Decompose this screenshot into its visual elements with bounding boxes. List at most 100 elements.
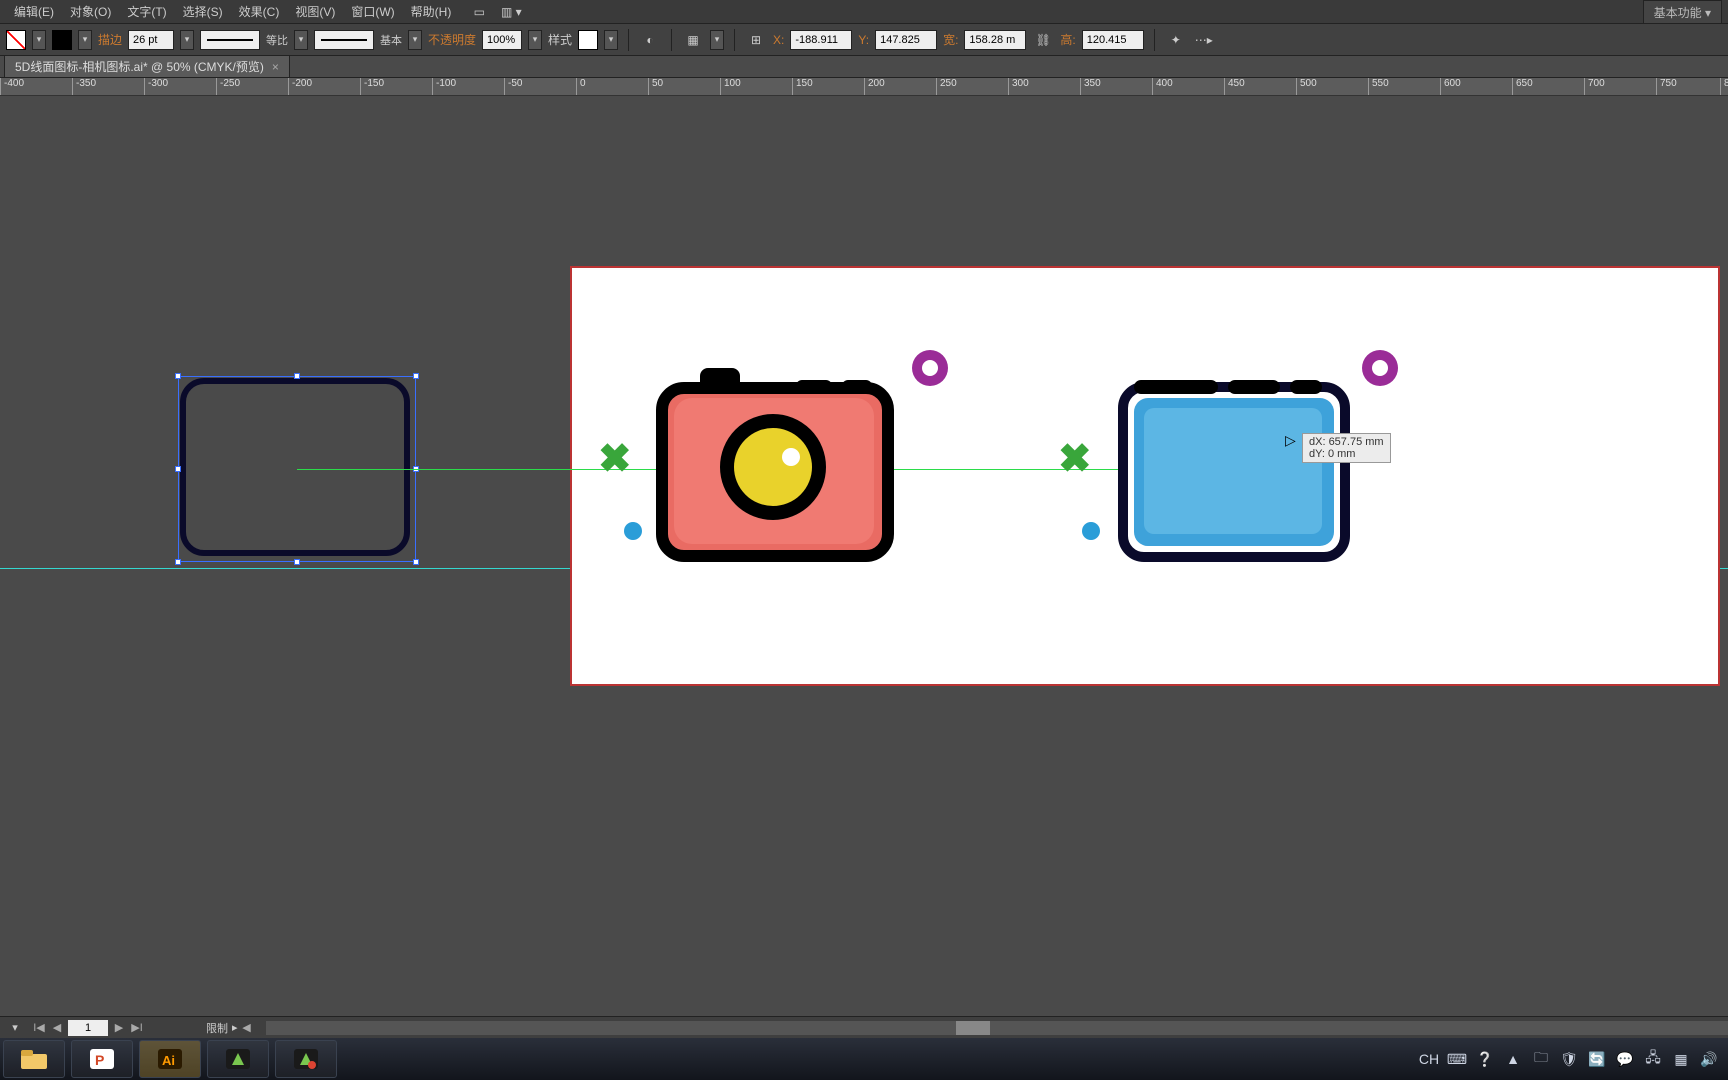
artboard-first-icon[interactable]: I◀ (30, 1019, 48, 1037)
stroke-profile-dropdown[interactable] (294, 30, 308, 50)
artboard-last-icon[interactable]: ▶I (128, 1019, 146, 1037)
menu-object[interactable]: 对象(O) (62, 0, 119, 24)
menu-type[interactable]: 文字(T) (119, 0, 174, 24)
artwork-decoration-dot[interactable] (624, 522, 642, 540)
tray-ime[interactable]: CH (1420, 1050, 1438, 1068)
document-tab[interactable]: 5D线面图标-相机图标.ai* @ 50% (CMYK/预览) × (4, 55, 290, 77)
document-tab-title: 5D线面图标-相机图标.ai* @ 50% (CMYK/预览) (15, 58, 264, 75)
w-label: 宽: (943, 31, 958, 48)
artwork-camera-segment[interactable] (796, 380, 832, 392)
artwork-decoration-x[interactable]: ✖ (598, 436, 632, 482)
canvas[interactable]: 交叉 ✖ ✖ ▷ dX: 657.75 mm dY: 0 mm (0, 96, 1728, 1006)
tray-shield-icon[interactable]: 🛡 (1560, 1050, 1578, 1068)
style-dropdown[interactable] (604, 30, 618, 50)
selection-handle[interactable] (294, 559, 300, 565)
constraint-label: 限制 (206, 1020, 228, 1036)
y-label: Y: (858, 33, 869, 47)
smart-guide-tooltip: dX: 657.75 mm dY: 0 mm (1302, 433, 1391, 463)
fill-swatch[interactable] (6, 30, 26, 50)
selection-handle[interactable] (413, 559, 419, 565)
link-wh-icon[interactable]: ⛓ (1032, 29, 1054, 51)
style-swatch[interactable] (578, 30, 598, 50)
menu-view[interactable]: 视图(V) (287, 0, 343, 24)
brush-preview[interactable] (314, 30, 374, 50)
windows-taskbar: P Ai CH ⌨ ❔ ▲ 🗀 🛡 🔄 💬 🖧 ▦ 🔊 (0, 1038, 1728, 1080)
close-icon[interactable]: × (272, 60, 279, 74)
stroke-dropdown[interactable] (78, 30, 92, 50)
stroke-weight-field[interactable]: 26 pt (128, 30, 174, 50)
w-field[interactable]: 158.28 m (964, 30, 1026, 50)
horizontal-ruler[interactable]: -400 -350 -300 -250 -200 -150 -100 -50 0… (0, 78, 1728, 96)
transform-anchor-icon[interactable]: ⊞ (745, 29, 767, 51)
selection-handle[interactable] (413, 373, 419, 379)
tray-keyboard-icon[interactable]: ⌨ (1448, 1050, 1466, 1068)
document-tab-bar: 5D线面图标-相机图标.ai* @ 50% (CMYK/预览) × (0, 56, 1728, 78)
tray-sync-icon[interactable]: 🔄 (1588, 1050, 1606, 1068)
artwork-tablet-segment[interactable] (1134, 380, 1218, 394)
y-field[interactable]: 147.825 (875, 30, 937, 50)
tray-network-icon[interactable]: 🖧 (1644, 1050, 1662, 1068)
task-illustrator[interactable]: Ai (139, 1040, 201, 1078)
arrange-icon[interactable]: ▥ ▾ (499, 2, 523, 22)
control-bar: 描边 26 pt 等比 基本 不透明度 100% 样式 ◐ ▦ ⊞ X: -18… (0, 24, 1728, 56)
artwork-tablet-segment[interactable] (1228, 380, 1280, 394)
stroke-swatch[interactable] (52, 30, 72, 50)
task-app-2[interactable] (275, 1040, 337, 1078)
shape-mode-icon[interactable]: ✦ (1165, 29, 1187, 51)
fill-dropdown[interactable] (32, 30, 46, 50)
style-label: 样式 (548, 31, 572, 48)
selection-handle[interactable] (175, 466, 181, 472)
svg-text:P: P (95, 1052, 104, 1068)
status-bar: ▾ I◀ ◀ 1 ▶ ▶I 限制 ▸ ◀ (0, 1016, 1728, 1038)
recolor-icon[interactable]: ◐ (639, 29, 661, 51)
artboard-number-field[interactable]: 1 (68, 1020, 108, 1036)
more-icon[interactable]: ⋯▸ (1193, 29, 1215, 51)
selection-handle[interactable] (175, 559, 181, 565)
align-dropdown[interactable] (710, 30, 724, 50)
artboard-prev-icon[interactable]: ◀ (48, 1019, 66, 1037)
proportional-label: 等比 (266, 32, 288, 48)
artwork-tablet-segment[interactable] (1290, 380, 1322, 394)
tray-help-icon[interactable]: ❔ (1476, 1050, 1494, 1068)
task-app-1[interactable] (207, 1040, 269, 1078)
selection-handle[interactable] (175, 373, 181, 379)
basic-label: 基本 (380, 32, 402, 48)
tray-gpu-icon[interactable]: ▦ (1672, 1050, 1690, 1068)
menu-effect[interactable]: 效果(C) (231, 0, 288, 24)
artwork-decoration-dot[interactable] (1082, 522, 1100, 540)
scroll-left-icon[interactable]: ◀ (238, 1019, 256, 1037)
menu-edit[interactable]: 编辑(E) (6, 0, 62, 24)
tray-caret-up-icon[interactable]: ▲ (1504, 1050, 1522, 1068)
tray-volume-icon[interactable]: 🔊 (1700, 1050, 1718, 1068)
artwork-tablet-screen-highlight (1144, 408, 1322, 534)
artwork-camera-lens-highlight (782, 448, 800, 466)
h-field[interactable]: 120.415 (1082, 30, 1144, 50)
artwork-decoration-circle-inner (1372, 360, 1388, 376)
tray-folder-icon[interactable]: 🗀 (1532, 1050, 1550, 1068)
tray-chat-icon[interactable]: 💬 (1616, 1050, 1634, 1068)
menu-help[interactable]: 帮助(H) (403, 0, 460, 24)
opacity-field[interactable]: 100% (482, 30, 522, 50)
selection-handle[interactable] (294, 373, 300, 379)
task-explorer[interactable] (3, 1040, 65, 1078)
task-powerpoint[interactable]: P (71, 1040, 133, 1078)
scrollbar-thumb[interactable] (956, 1021, 990, 1035)
horizontal-scrollbar[interactable] (266, 1021, 1728, 1035)
doc-layout-icon[interactable]: ▭ (467, 2, 491, 22)
stroke-profile-preview[interactable] (200, 30, 260, 50)
menu-window[interactable]: 窗口(W) (343, 0, 402, 24)
opacity-dropdown[interactable] (528, 30, 542, 50)
workspace-switcher[interactable]: 基本功能 ▾ (1643, 0, 1722, 24)
menu-select[interactable]: 选择(S) (175, 0, 231, 24)
x-field[interactable]: -188.911 (790, 30, 852, 50)
stroke-weight-dropdown[interactable] (180, 30, 194, 50)
stroke-label: 描边 (98, 31, 122, 48)
cursor-icon: ▷ (1285, 432, 1296, 449)
artwork-camera-segment[interactable] (842, 380, 872, 392)
align-icon[interactable]: ▦ (682, 29, 704, 51)
artwork-decoration-x[interactable]: ✖ (1058, 436, 1092, 482)
artwork-camera-lens[interactable] (720, 414, 826, 520)
brush-dropdown[interactable] (408, 30, 422, 50)
artboard-next-icon[interactable]: ▶ (110, 1019, 128, 1037)
menu-bar: 编辑(E) 对象(O) 文字(T) 选择(S) 效果(C) 视图(V) 窗口(W… (0, 0, 1728, 24)
